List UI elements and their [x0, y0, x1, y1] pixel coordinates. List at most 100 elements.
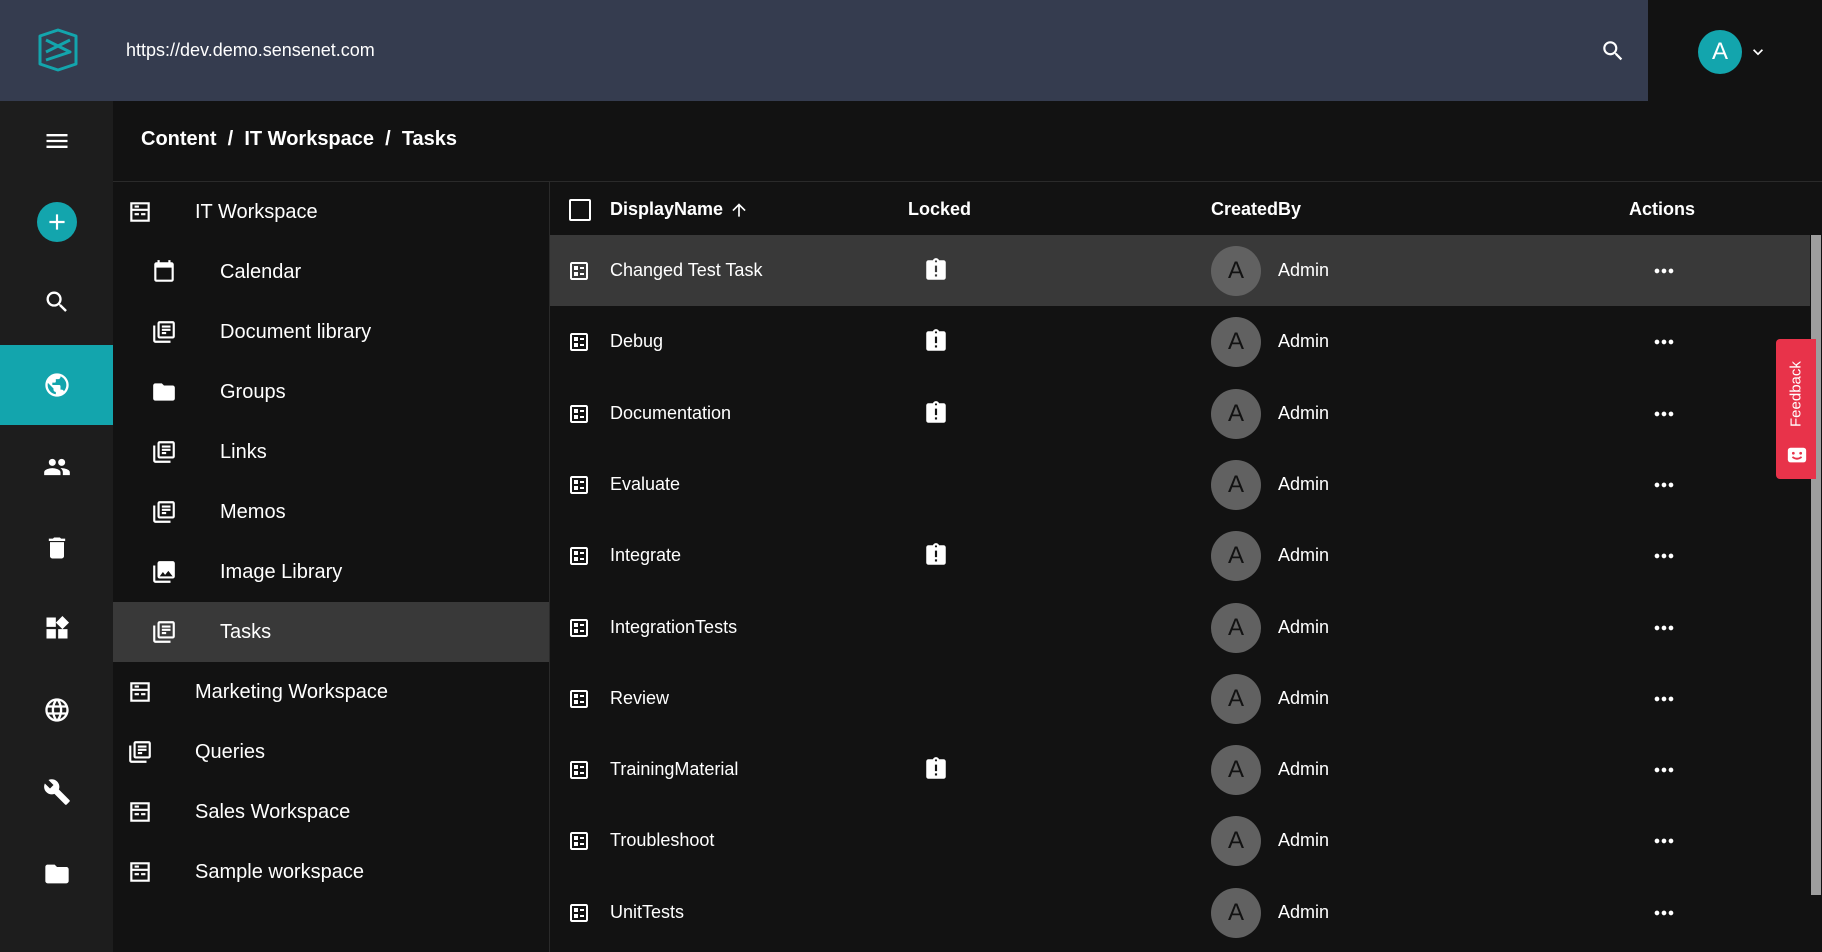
row-displayname[interactable]: Troubleshoot [610, 830, 714, 851]
wrench-icon [43, 779, 70, 805]
chevron-down-icon[interactable] [1748, 42, 1768, 62]
tree-item[interactable]: Memos [113, 482, 550, 542]
row-displayname[interactable]: IntegrationTests [610, 617, 737, 638]
nav-users[interactable] [0, 427, 113, 507]
content-tree: IT Workspace Calendar Document library Grou… [113, 182, 550, 952]
add-button[interactable] [0, 182, 113, 262]
tree-item[interactable]: Document library [113, 302, 550, 362]
user-menu[interactable]: A [1648, 0, 1822, 101]
breadcrumb-item[interactable]: IT Workspace [244, 128, 374, 151]
search-icon[interactable] [1600, 38, 1626, 64]
creator-avatar: A [1211, 602, 1261, 653]
site-url[interactable]: https://dev.demo.sensenet.com [126, 40, 375, 61]
creator-avatar: A [1211, 317, 1261, 368]
column-createdby[interactable]: CreatedBy [1211, 199, 1301, 220]
hamburger-menu-icon [46, 134, 67, 148]
table-row[interactable]: Debug A Admin [550, 306, 1812, 377]
more-horizontal-icon[interactable] [1650, 827, 1678, 855]
add-circle [36, 202, 77, 242]
more-horizontal-icon[interactable] [1650, 614, 1678, 642]
tree-item[interactable]: Marketing Workspace [113, 662, 550, 722]
nav-trash[interactable] [0, 508, 113, 588]
tree-item[interactable]: IT Workspace [113, 182, 550, 242]
library-icon [153, 321, 175, 343]
library-icon [153, 501, 175, 523]
table-row[interactable]: Integrate A Admin [550, 520, 1812, 591]
more-horizontal-icon[interactable] [1650, 542, 1678, 570]
row-displayname[interactable]: UnitTests [610, 902, 684, 923]
breadcrumb-item[interactable]: Content [141, 128, 217, 151]
creator-avatar: A [1211, 745, 1261, 796]
table-row[interactable]: Review A Admin [550, 663, 1812, 734]
column-actions: Actions [1629, 199, 1696, 219]
tree-item-label: Groups [220, 381, 286, 403]
public-globe-icon [44, 373, 69, 397]
scrollbar-thumb[interactable] [1811, 235, 1821, 895]
menu-button[interactable] [0, 101, 113, 181]
table-row[interactable]: TrainingMaterial A Admin [550, 734, 1812, 805]
creator-avatar: A [1211, 531, 1261, 582]
nav-setup[interactable] [0, 752, 113, 832]
nav-search[interactable] [0, 262, 113, 342]
table-row[interactable]: Changed Test Task A Admin [550, 235, 1812, 306]
feedback-button[interactable]: Feedback [1776, 339, 1816, 479]
locked-clipboard-icon [926, 400, 946, 423]
table-row[interactable]: Troubleshoot A Admin [550, 805, 1812, 876]
task-icon [570, 689, 588, 708]
sensenet-logo-icon[interactable] [36, 28, 80, 72]
breadcrumb-item[interactable]: Tasks [402, 128, 457, 151]
user-avatar[interactable]: A [1698, 30, 1742, 74]
tree-item-label: Sales Workspace [195, 801, 351, 823]
locked-clipboard-icon [926, 757, 946, 779]
table-row[interactable]: UnitTests A Admin [550, 877, 1812, 948]
tree-item[interactable]: Calendar [113, 242, 550, 302]
locked-clipboard-icon [926, 258, 946, 280]
tree-item-label: Links [220, 441, 267, 463]
nav-localization[interactable] [0, 670, 113, 750]
row-displayname[interactable]: Changed Test Task [610, 260, 762, 281]
table-row[interactable]: Documentation A Admin [550, 378, 1812, 449]
row-displayname[interactable]: TrainingMaterial [610, 759, 738, 780]
more-horizontal-icon[interactable] [1650, 471, 1678, 499]
row-displayname[interactable]: Documentation [610, 403, 731, 424]
tree-item[interactable]: Links [113, 422, 550, 482]
locked-clipboard-icon [926, 543, 946, 565]
row-displayname[interactable]: Evaluate [610, 474, 680, 495]
breadcrumb: Content / IT Workspace / Tasks [141, 128, 457, 151]
more-horizontal-icon[interactable] [1650, 899, 1678, 927]
row-createdby: Admin [1278, 901, 1330, 922]
tree-item[interactable]: Tasks [113, 602, 550, 662]
tree-item[interactable]: Sample workspace [113, 842, 550, 902]
column-locked[interactable]: Locked [908, 199, 971, 220]
task-icon [570, 262, 588, 280]
content-table: DisplayName Locked CreatedBy Actions Cha… [550, 182, 1822, 952]
row-displayname[interactable]: Review [610, 688, 669, 709]
column-displayname[interactable]: DisplayName [610, 199, 749, 220]
table-row[interactable]: IntegrationTests A Admin [550, 592, 1812, 663]
nav-content-types[interactable] [0, 588, 113, 668]
row-createdby: Admin [1278, 473, 1330, 494]
tree-item-label: Calendar [220, 261, 302, 283]
more-horizontal-icon[interactable] [1650, 756, 1678, 784]
feedback-label: Feedback [1787, 361, 1805, 427]
tree-item[interactable]: Image Library [113, 542, 550, 602]
nav-files[interactable] [0, 834, 113, 914]
workspace-icon [130, 802, 150, 822]
tree-item[interactable]: Groups [113, 362, 550, 422]
more-horizontal-icon[interactable] [1650, 685, 1678, 713]
row-displayname[interactable]: Debug [610, 331, 663, 352]
row-createdby: Admin [1278, 331, 1330, 352]
more-horizontal-icon[interactable] [1650, 400, 1678, 428]
table-row[interactable]: Evaluate A Admin [550, 449, 1812, 520]
creator-avatar: A [1211, 246, 1261, 296]
tree-item[interactable]: Queries [113, 722, 550, 782]
creator-avatar: A [1211, 673, 1261, 724]
more-horizontal-icon[interactable] [1650, 257, 1678, 285]
select-all-checkbox[interactable] [569, 199, 591, 221]
breadcrumb-separator: / [374, 128, 402, 150]
row-createdby: Admin [1278, 616, 1330, 637]
nav-content[interactable] [0, 345, 113, 425]
tree-item[interactable]: Sales Workspace [113, 782, 550, 842]
row-displayname[interactable]: Integrate [610, 545, 681, 566]
more-horizontal-icon[interactable] [1650, 328, 1678, 356]
